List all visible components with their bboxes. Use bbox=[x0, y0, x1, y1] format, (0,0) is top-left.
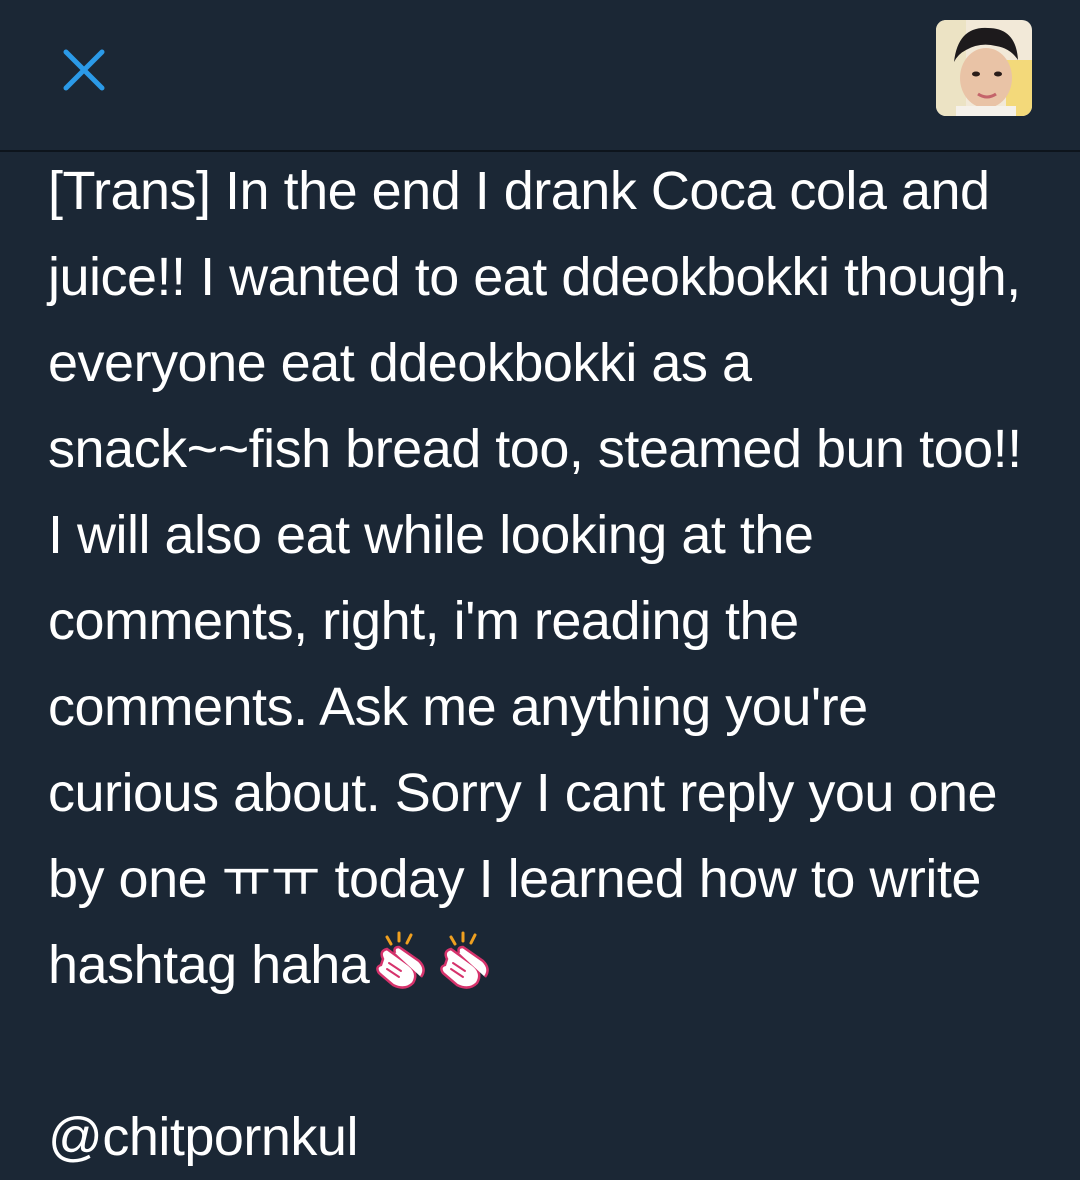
close-icon bbox=[63, 49, 105, 91]
tweet-text-content: [Trans] In the end I drank Coca cola and… bbox=[48, 161, 1037, 995]
profile-avatar[interactable] bbox=[936, 20, 1032, 116]
top-bar bbox=[0, 0, 1080, 152]
close-button[interactable] bbox=[56, 42, 112, 98]
tweet-text: [Trans] In the end I drank Coca cola and… bbox=[48, 148, 1048, 1008]
mention-link[interactable]: @chitpornkul bbox=[48, 1094, 358, 1180]
tweet-detail-screen: [Trans] In the end I drank Coca cola and… bbox=[0, 0, 1080, 1180]
avatar-image bbox=[936, 20, 1032, 116]
clapping-hands-icon bbox=[433, 929, 497, 993]
clapping-hands-icon bbox=[369, 929, 433, 993]
